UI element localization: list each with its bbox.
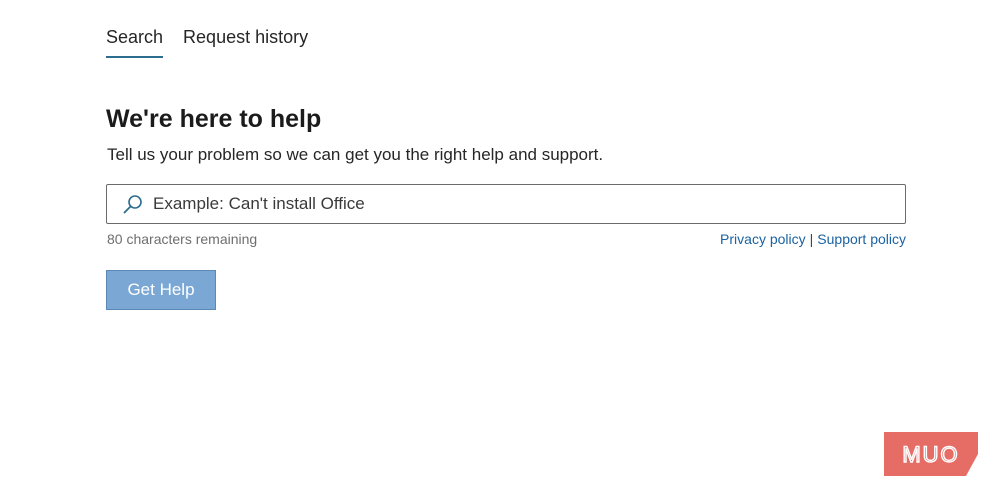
muo-watermark-logo: MUO <box>884 432 978 476</box>
svg-text:MUO: MUO <box>902 442 959 467</box>
link-separator: | <box>809 231 814 247</box>
get-help-button[interactable]: Get Help <box>106 270 216 310</box>
page-title: We're here to help <box>106 105 322 133</box>
characters-remaining: 80 characters remaining <box>107 231 258 247</box>
support-page: Search Request history We're here to hel… <box>0 0 1000 500</box>
support-policy-link[interactable]: Support policy <box>817 231 906 247</box>
search-input[interactable] <box>153 185 905 223</box>
policy-links: Privacy policy | Support policy <box>720 230 906 248</box>
tab-bar: Search Request history <box>106 26 308 58</box>
search-box[interactable] <box>106 184 906 224</box>
tab-request-history[interactable]: Request history <box>183 26 308 58</box>
privacy-policy-link[interactable]: Privacy policy <box>720 231 806 247</box>
page-subtitle: Tell us your problem so we can get you t… <box>107 145 604 164</box>
tab-search[interactable]: Search <box>106 26 164 58</box>
search-icon <box>121 192 145 216</box>
